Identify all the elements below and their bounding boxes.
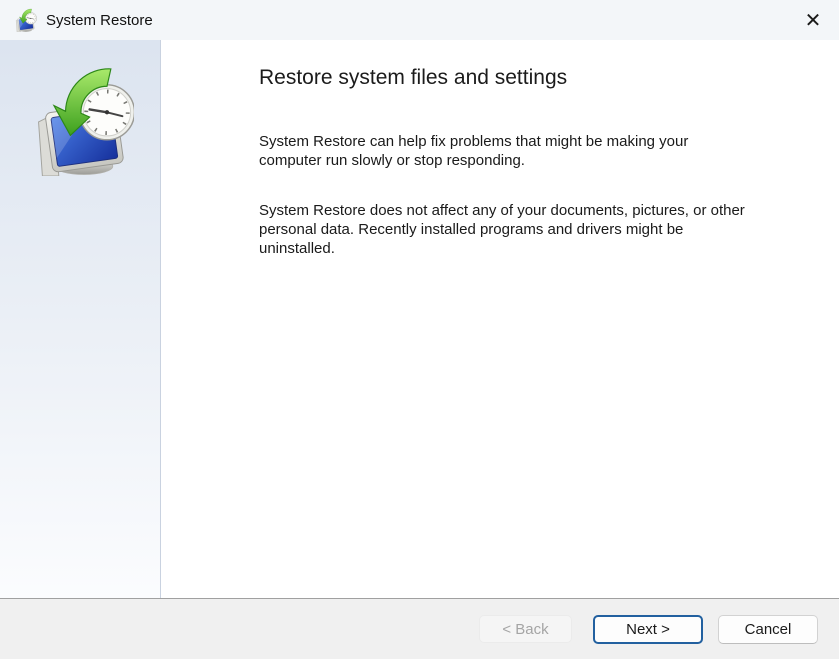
page-title: Restore system files and settings [259,63,799,93]
content-area: Restore system files and settings System… [161,40,839,598]
back-button[interactable]: < Back [479,615,572,643]
close-icon[interactable]: ✕ [795,4,831,36]
description-paragraph-1: System Restore can help fix problems tha… [259,132,799,170]
next-button[interactable]: Next > [593,615,703,644]
footer-button-bar: < Back Next > Cancel [0,598,839,659]
sidebar [0,40,161,598]
system-restore-window: System Restore ✕ Restore system files an… [0,0,839,659]
system-restore-icon [26,64,134,176]
window-title: System Restore [46,12,153,29]
titlebar: System Restore ✕ [0,0,839,40]
description-paragraph-2: System Restore does not affect any of yo… [259,201,799,258]
cancel-button[interactable]: Cancel [718,615,818,644]
system-restore-app-icon [13,8,37,32]
wizard-body: Restore system files and settings System… [0,40,839,598]
